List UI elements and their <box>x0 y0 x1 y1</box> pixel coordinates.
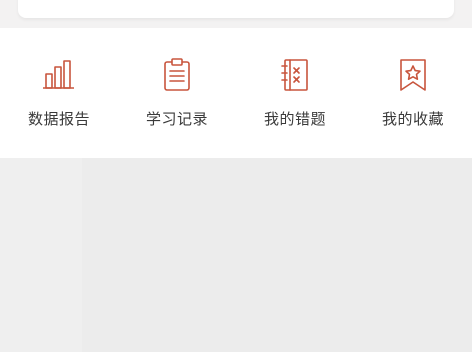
menu-item-study-record[interactable]: 学习记录 <box>118 28 236 158</box>
page: 数据报告 学习记录 我的错题 我的收藏 <box>0 0 472 352</box>
menu-item-data-report[interactable]: 数据报告 <box>0 28 118 158</box>
content-area <box>0 158 472 352</box>
menu-item-wrong-questions[interactable]: 我的错题 <box>236 28 354 158</box>
menu-item-label: 我的收藏 <box>381 110 444 128</box>
menu-item-label: 数据报告 <box>27 110 90 128</box>
notebook-icon <box>276 56 314 94</box>
menu-item-favorites[interactable]: 我的收藏 <box>354 28 472 158</box>
clipboard-icon <box>158 56 196 94</box>
menu-item-label: 学习记录 <box>145 110 208 128</box>
top-card <box>18 0 454 18</box>
bookmark-star-icon <box>394 56 432 94</box>
content-area-left-strip <box>0 158 82 352</box>
menu-item-label: 我的错题 <box>263 110 326 128</box>
bar-chart-icon <box>40 56 78 94</box>
quick-menu-panel: 数据报告 学习记录 我的错题 我的收藏 <box>0 28 472 158</box>
